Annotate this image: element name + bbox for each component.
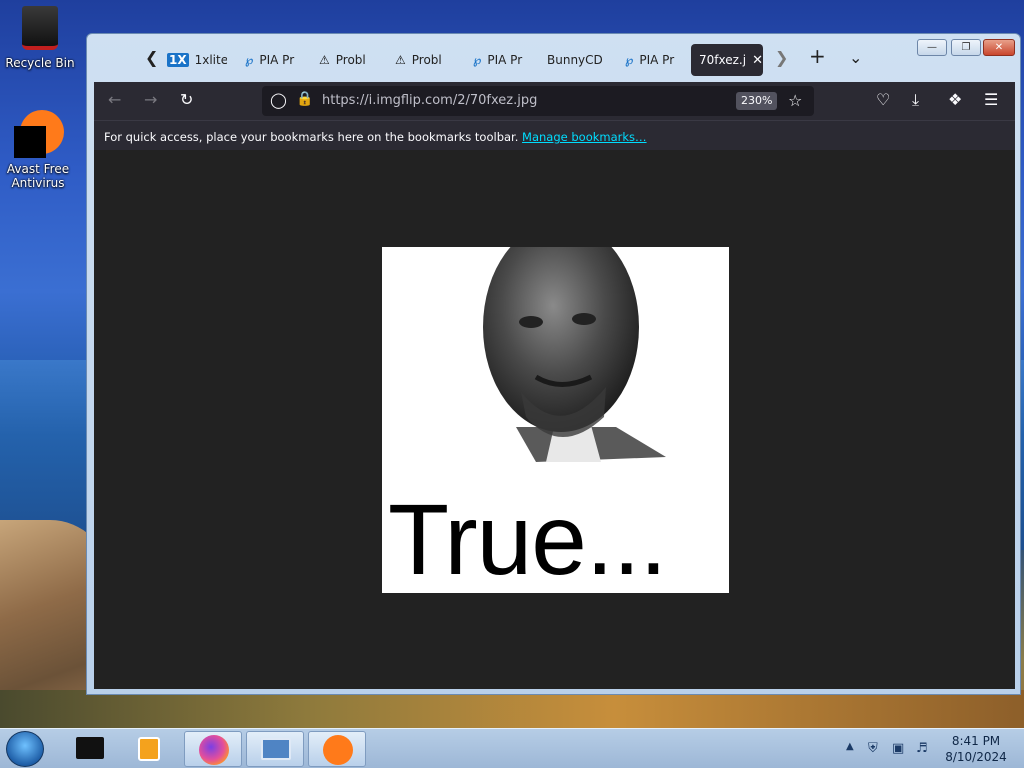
- bookmark-star-icon[interactable]: ☆: [788, 91, 802, 110]
- taskbar-on-screen-keyboard[interactable]: [246, 731, 304, 767]
- tab-1xlite[interactable]: 1X 1xlite-: [167, 44, 227, 76]
- volume-icon[interactable]: ♬: [916, 741, 928, 756]
- forward-arrow-icon[interactable]: →: [144, 90, 157, 109]
- tab-problem-2[interactable]: ⚠ Probl: [395, 44, 450, 76]
- taskbar: ▲ ⛨ ▣ ♬ 8:41 PM 8/10/2024: [0, 728, 1024, 768]
- menu-icon[interactable]: ☰: [984, 90, 998, 109]
- clock-date: 8/10/2024: [945, 750, 1007, 764]
- reload-icon[interactable]: ↻: [180, 90, 193, 109]
- zoom-level-badge[interactable]: 230%: [736, 92, 778, 110]
- url-text[interactable]: https://i.imgflip.com/2/70fxez.jpg: [322, 93, 537, 108]
- pia-icon: ℘: [245, 53, 254, 67]
- warning-icon: ⚠: [395, 53, 406, 67]
- new-tab-icon[interactable]: +: [809, 44, 826, 68]
- page-content: True...: [94, 150, 1015, 689]
- avast-icon: [323, 735, 353, 765]
- desktop-icon-label: Recycle Bin: [5, 56, 75, 70]
- list-all-tabs-icon[interactable]: ⌄: [849, 48, 862, 67]
- taskbar-media-player[interactable]: [122, 731, 180, 767]
- portrait-photo: [483, 247, 666, 462]
- wallpaper-ground: [0, 690, 1024, 728]
- 1x-logo-icon: 1X: [167, 53, 189, 67]
- network-icon[interactable]: ▣: [892, 741, 904, 756]
- app-window-icon: [76, 737, 104, 759]
- minimize-button[interactable]: —: [917, 39, 947, 56]
- tab-scroll-right-icon[interactable]: ❯: [775, 48, 788, 67]
- extensions-icon[interactable]: ❖: [948, 90, 962, 109]
- security-shield-icon[interactable]: ⛨: [868, 741, 878, 756]
- recycle-bin-icon: [22, 6, 58, 50]
- desktop-icon-label: Avast Free Antivirus: [6, 162, 70, 190]
- desktop-icon-recycle-bin[interactable]: Recycle Bin: [2, 6, 78, 70]
- clock-time: 8:41 PM: [951, 734, 1001, 748]
- tab-pia-3[interactable]: ℘ PIA Pr: [625, 44, 680, 76]
- address-bar[interactable]: ◯ 🔒 https://i.imgflip.com/2/70fxez.jpg 2…: [262, 86, 814, 116]
- tab-70fxez-active[interactable]: 70fxez.j ✕: [691, 44, 763, 76]
- pocket-icon[interactable]: ♡: [876, 90, 890, 109]
- start-button[interactable]: [6, 731, 44, 767]
- media-player-icon: [138, 737, 160, 761]
- tab-problem-1[interactable]: ⚠ Probl: [319, 44, 374, 76]
- bookmarks-toolbar: For quick access, place your bookmarks h…: [94, 120, 1015, 150]
- avast-icon: [14, 110, 64, 158]
- tab-scroll-left-icon[interactable]: ❮: [145, 48, 158, 67]
- show-hidden-icons-icon[interactable]: ▲: [846, 741, 854, 752]
- navigation-toolbar: ← → ↻ ◯ 🔒 https://i.imgflip.com/2/70fxez…: [94, 82, 1015, 120]
- tab-pia-2[interactable]: ℘ PIA Pr: [473, 44, 528, 76]
- pia-icon: ℘: [625, 53, 634, 67]
- meme-caption: True...: [388, 484, 667, 593]
- meme-image[interactable]: True...: [382, 247, 729, 593]
- maximize-button[interactable]: ❐: [951, 39, 981, 56]
- taskbar-app-1[interactable]: [62, 731, 120, 767]
- keyboard-icon: [261, 738, 291, 760]
- lock-icon[interactable]: 🔒: [296, 91, 313, 107]
- system-clock[interactable]: 8:41 PM 8/10/2024: [936, 733, 1016, 765]
- firefox-icon: [199, 735, 229, 765]
- tab-pia-1[interactable]: ℘ PIA Pr: [245, 44, 300, 76]
- taskbar-avast[interactable]: [308, 731, 366, 767]
- tab-bunnycdn[interactable]: BunnyCD: [547, 44, 603, 76]
- manage-bookmarks-link[interactable]: Manage bookmarks…: [522, 130, 647, 144]
- bookmarks-prompt: For quick access, place your bookmarks h…: [104, 130, 519, 144]
- downloads-icon[interactable]: ⤓: [912, 90, 919, 110]
- browser-window: ❮ 1X 1xlite- ℘ PIA Pr ⚠ Probl ⚠ Probl ℘ …: [86, 33, 1021, 695]
- desktop-icon-avast[interactable]: Avast Free Antivirus: [0, 110, 76, 190]
- taskbar-firefox[interactable]: [184, 731, 242, 767]
- back-arrow-icon[interactable]: ←: [108, 90, 121, 109]
- tab-close-icon[interactable]: ✕: [752, 53, 763, 68]
- tracking-shield-icon[interactable]: ◯: [270, 91, 287, 109]
- warning-icon: ⚠: [319, 53, 330, 67]
- tab-strip: ❮ 1X 1xlite- ℘ PIA Pr ⚠ Probl ⚠ Probl ℘ …: [87, 34, 1020, 82]
- pia-icon: ℘: [473, 53, 482, 67]
- close-button[interactable]: ✕: [983, 39, 1015, 56]
